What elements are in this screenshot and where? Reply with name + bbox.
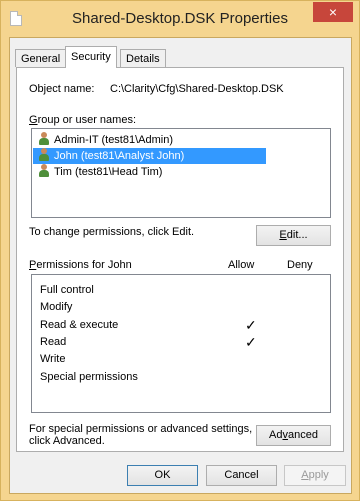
allow-column-header: Allow [228, 259, 255, 271]
permission-row: Modify [40, 301, 73, 313]
list-item-john[interactable]: John (test81\Analyst John) [33, 148, 266, 164]
properties-window: Shared-Desktop.DSK Properties × General … [0, 0, 360, 501]
allow-check-icon: ✓ [245, 334, 257, 350]
list-item-tim[interactable]: Tim (test81\Head Tim) [33, 164, 266, 180]
tab-general[interactable]: General [15, 49, 67, 67]
group-names-label: Group or user names: [29, 114, 136, 126]
permission-row: Write [40, 353, 66, 365]
permissions-title: Permissions for John [29, 259, 132, 271]
user-icon [38, 164, 50, 177]
group-user-list[interactable]: Admin-IT (test81\Admin) John (test81\Ana… [31, 128, 331, 218]
permission-row: Full control [40, 284, 94, 296]
permissions-title-text: ermissions for John [36, 259, 132, 271]
group-names-access-key: G [29, 114, 38, 126]
advanced-help-line1: For special permissions or advanced sett… [29, 423, 253, 435]
change-permissions-text: To change permissions, click Edit. [29, 226, 195, 238]
object-name-label: Object name: [29, 83, 95, 95]
ok-button[interactable]: OK [127, 465, 198, 486]
edit-button[interactable]: Edit... [256, 225, 331, 246]
advanced-button[interactable]: Advanced [256, 425, 331, 446]
cancel-button[interactable]: Cancel [206, 465, 277, 486]
apply-button[interactable]: Apply [284, 465, 346, 486]
list-item-label: Admin-IT (test81\Admin) [54, 134, 174, 146]
allow-check-icon: ✓ [245, 317, 257, 333]
permission-row: Read & execute [40, 319, 119, 331]
user-icon [38, 148, 50, 161]
list-item-admin-it[interactable]: Admin-IT (test81\Admin) [33, 132, 266, 148]
advanced-help-line2: click Advanced. [29, 435, 105, 447]
edit-access-key: E [279, 229, 287, 241]
window-title: Shared-Desktop.DSK Properties [72, 10, 288, 27]
security-tab-panel: Object name: C:\Clarity\Cfg\Shared-Deskt… [16, 67, 344, 452]
user-icon [38, 132, 50, 145]
permission-row: Read [40, 336, 67, 348]
permissions-list[interactable]: Full control Modify Read & execute ✓ Rea… [31, 274, 331, 413]
advanced-label-after: anced [287, 429, 318, 441]
title-bar[interactable]: Shared-Desktop.DSK Properties × [1, 1, 359, 37]
edit-button-label: dit... [286, 229, 308, 241]
apply-access-key: A [301, 469, 309, 481]
list-item-label: Tim (test81\Head Tim) [54, 166, 163, 178]
object-name-value: C:\Clarity\Cfg\Shared-Desktop.DSK [110, 83, 284, 95]
group-names-label-text: roup or user names: [37, 114, 136, 126]
dialog-body: General Security Details Object name: C:… [9, 37, 352, 494]
tab-security[interactable]: Security [65, 46, 117, 68]
deny-column-header: Deny [287, 259, 313, 271]
tab-details[interactable]: Details [120, 49, 166, 67]
permission-row: Special permissions [40, 371, 138, 383]
advanced-help-text: For special permissions or advanced sett… [29, 423, 252, 447]
apply-button-label: pply [308, 469, 329, 481]
list-item-label: John (test81\Analyst John) [54, 150, 185, 162]
close-button[interactable]: × [313, 2, 353, 22]
advanced-label-before: Ad [269, 429, 283, 441]
